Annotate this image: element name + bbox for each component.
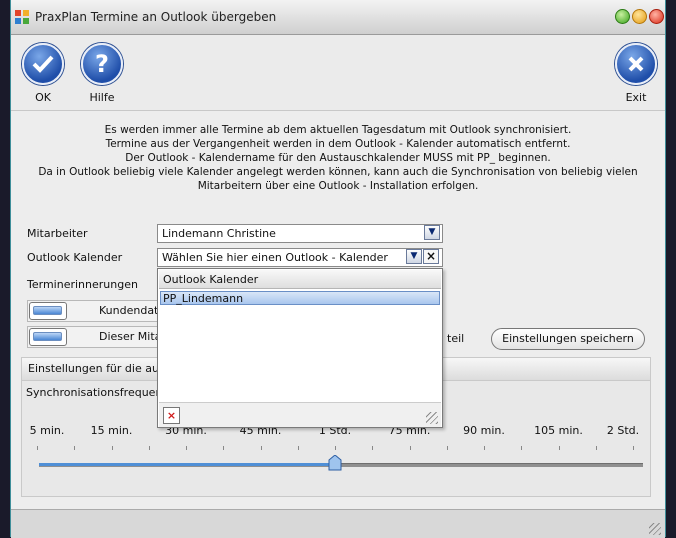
window-title: PraxPlan Termine an Outlook übergeben (35, 10, 277, 24)
info-line: Termine aus der Vergangenheit werden in … (105, 138, 571, 150)
exit-label: Exit (625, 91, 647, 104)
toggle-knob (33, 306, 62, 315)
slider-tick (112, 446, 113, 450)
chevron-down-icon[interactable]: ▼ (406, 249, 422, 264)
popup-header-label: Outlook Kalender (163, 273, 259, 286)
kalender-select[interactable]: Wählen Sie hier einen Outlook - Kalender… (157, 248, 443, 267)
slider-tick-label: 5 min. (29, 424, 65, 437)
slider-tick (633, 446, 634, 450)
slider-tick (335, 446, 336, 450)
slider-tick (223, 446, 224, 450)
slider-tick-label: 2 Std. (606, 424, 640, 437)
help-button[interactable]: ? Hilfe (80, 43, 124, 104)
slider-tick-label: 15 min. (90, 424, 133, 437)
app-icon (15, 10, 29, 24)
kundendaten-toggle[interactable] (29, 302, 67, 320)
slider-thumb[interactable] (328, 454, 342, 471)
checkmark-icon (22, 43, 64, 85)
close-button[interactable] (649, 9, 664, 24)
close-x-icon (615, 43, 657, 85)
slider-tick (261, 446, 262, 450)
maximize-button[interactable] (632, 9, 647, 24)
toolbar: OK ? Hilfe Exit (11, 35, 665, 111)
slider-tick (410, 446, 411, 450)
question-icon: ? (81, 43, 123, 85)
list-item[interactable]: PP_Lindemann (160, 291, 440, 305)
chevron-down-icon[interactable]: ▼ (424, 225, 440, 240)
toggle-knob (33, 332, 62, 341)
help-label: Hilfe (89, 91, 115, 104)
status-bar (11, 509, 665, 538)
slider-tick (74, 446, 75, 450)
slider-fill (39, 463, 335, 466)
teil-label: teil (447, 332, 465, 345)
kalender-value: Wählen Sie hier einen Outlook - Kalender (162, 251, 388, 264)
slider-tick-label: 105 min. (534, 424, 583, 437)
delete-icon[interactable]: × (163, 407, 180, 424)
list-item-label: PP_Lindemann (163, 292, 244, 305)
slider-tick-label: 90 min. (463, 424, 505, 437)
info-text: Es werden immer alle Termine ab dem aktu… (31, 123, 645, 193)
info-line: Es werden immer alle Termine ab dem aktu… (104, 124, 572, 136)
slider-tick (521, 446, 522, 450)
slider-tick (298, 446, 299, 450)
mitarbeiter-value: Lindemann Christine (162, 227, 276, 240)
slider-tick (596, 446, 597, 450)
clear-icon[interactable]: × (423, 249, 439, 264)
dieser-label: Dieser Mita (99, 330, 162, 343)
slider-tick (447, 446, 448, 450)
mitarbeiter-select[interactable]: Lindemann Christine ▼ (157, 224, 443, 243)
kalender-label: Outlook Kalender (27, 251, 123, 264)
terminerinnerungen-label: Terminerinnerungen (27, 278, 138, 291)
panel-title: Einstellungen für die aut (28, 362, 164, 375)
kundendaten-label: Kundendate (99, 304, 166, 317)
exit-button[interactable]: Exit (614, 43, 658, 104)
slider-tick (559, 446, 560, 450)
kalender-dropdown-popup: Outlook Kalender PP_Lindemann × (157, 268, 443, 428)
slider-tick (149, 446, 150, 450)
slider-tick (484, 446, 485, 450)
ok-button[interactable]: OK (21, 43, 65, 104)
slider-tick (372, 446, 373, 450)
title-bar[interactable]: PraxPlan Termine an Outlook übergeben (11, 0, 665, 35)
popup-footer: × (159, 402, 441, 427)
slider-tick (37, 446, 38, 450)
info-line: Der Outlook - Kalendername für den Austa… (125, 152, 551, 164)
minimize-button[interactable] (615, 9, 630, 24)
resize-grip-icon[interactable] (649, 523, 661, 535)
resize-grip-icon[interactable] (426, 412, 438, 424)
info-line: Mitarbeitern über eine Outlook - Install… (197, 180, 479, 192)
app-window: PraxPlan Termine an Outlook übergeben OK… (10, 0, 666, 538)
slider-tick (186, 446, 187, 450)
info-line: Da in Outlook beliebig viele Kalender an… (38, 166, 638, 178)
popup-header: Outlook Kalender (159, 270, 441, 289)
mitarbeiter-label: Mitarbeiter (27, 227, 88, 240)
ok-label: OK (35, 91, 51, 104)
frequency-label: Synchronisationsfrequenz (26, 386, 169, 399)
dieser-toggle[interactable] (29, 328, 67, 346)
save-settings-button[interactable]: Einstellungen speichern (491, 328, 645, 350)
